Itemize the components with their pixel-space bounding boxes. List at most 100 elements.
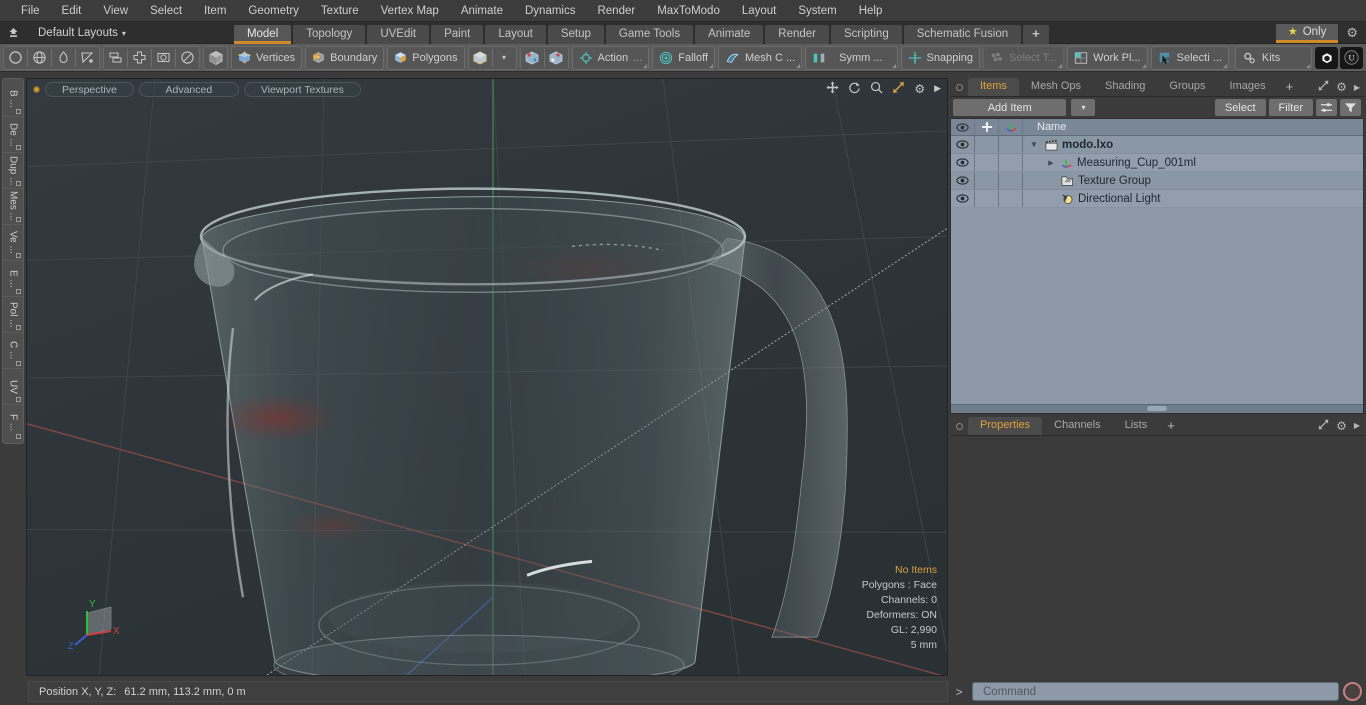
tab-groups[interactable]: Groups (1157, 78, 1217, 96)
left-tab-deform[interactable]: De ... (3, 117, 23, 153)
select-through-button[interactable]: Select T... (983, 45, 1065, 70)
tab-scripting[interactable]: Scripting (830, 24, 902, 44)
table-row[interactable]: Directional Light (951, 190, 1363, 208)
tab-uvedit[interactable]: UVEdit (367, 24, 430, 44)
record-circle-icon[interactable] (1343, 682, 1362, 701)
symmetry-button[interactable]: Symm ... (805, 45, 898, 70)
3d-viewport[interactable]: Perspective Advanced Viewport Textures ⚙… (26, 78, 948, 676)
menu-item-dynamics[interactable]: Dynamics (514, 0, 586, 22)
work-plane-button[interactable]: Work Pl... (1067, 45, 1148, 70)
viewport-shading-dropdown[interactable]: Advanced (138, 81, 239, 97)
row-lock-cell[interactable] (975, 136, 999, 153)
only-toggle-button[interactable]: ★ Only (1275, 23, 1339, 43)
row-lock-cell[interactable] (975, 172, 999, 189)
tab-layout[interactable]: Layout (485, 24, 546, 44)
selection-mode-vertices[interactable]: Vertices (231, 45, 303, 70)
menu-item-item[interactable]: Item (193, 0, 237, 22)
chevron-right-icon[interactable]: ▶ (1354, 421, 1360, 430)
tab-mesh-ops[interactable]: Mesh Ops (1019, 78, 1093, 96)
select-button[interactable]: Select (1214, 99, 1266, 116)
expander-icon[interactable]: ▶ (1045, 159, 1057, 167)
tree-empty-area[interactable] (951, 208, 1363, 404)
left-tab-edge[interactable]: E ... (3, 261, 23, 297)
action-center-button[interactable]: Action ... (571, 45, 650, 70)
left-tab-basic[interactable]: B ... (3, 81, 23, 117)
tab-items[interactable]: Items (968, 78, 1019, 96)
menu-item-maxtomodo[interactable]: MaxToModo (646, 0, 731, 22)
left-tab-mesh-edit[interactable]: Mes ... (3, 189, 23, 225)
tab-images[interactable]: Images (1218, 78, 1278, 96)
panel-menu-dot[interactable] (956, 84, 963, 91)
row-transform-cell[interactable] (999, 190, 1023, 207)
items-tree[interactable]: Name ▼ modo.lxo ▶ Measuring_Cup_001ml Te… (950, 118, 1364, 414)
command-input[interactable]: Command (972, 682, 1339, 701)
row-transform-cell[interactable] (999, 136, 1023, 153)
row-name-cell[interactable]: ▶ Measuring_Cup_001ml (1023, 157, 1363, 169)
row-name-cell[interactable]: Texture Group (1023, 175, 1363, 187)
pivot-origin-icon[interactable] (545, 47, 568, 69)
gear-icon[interactable]: ⚙ (1336, 419, 1347, 433)
list-options-icon[interactable] (1316, 99, 1337, 116)
pen-icon[interactable] (52, 47, 75, 69)
tab-topology[interactable]: Topology (293, 24, 366, 44)
tab-paint[interactable]: Paint (431, 24, 484, 44)
menu-item-layout[interactable]: Layout (731, 0, 788, 22)
panel-menu-dot[interactable] (956, 422, 963, 430)
menu-item-help[interactable]: Help (848, 0, 894, 22)
snapping-button[interactable]: Snapping (900, 45, 981, 70)
row-visibility-toggle[interactable] (951, 190, 975, 207)
tab-channels[interactable]: Channels (1042, 417, 1112, 435)
tab-model[interactable]: Model (233, 24, 292, 44)
tab-animate[interactable]: Animate (695, 24, 764, 44)
chevron-right-icon[interactable]: ▶ (1354, 83, 1360, 92)
row-name-cell[interactable]: ▼ modo.lxo (1023, 139, 1363, 151)
gear-icon[interactable]: ⚙ (914, 83, 925, 95)
menu-item-select[interactable]: Select (139, 0, 193, 22)
falloff-button[interactable]: Falloff (652, 45, 716, 70)
viewport-perspective-dropdown[interactable]: Perspective (45, 81, 134, 97)
viewport-textures-dropdown[interactable]: Viewport Textures (243, 81, 361, 97)
row-lock-cell[interactable] (975, 190, 999, 207)
row-visibility-toggle[interactable] (951, 136, 975, 153)
add-properties-tab-button[interactable]: + (1159, 417, 1183, 435)
item-cube-icon[interactable] (469, 47, 492, 69)
circle-icon[interactable] (4, 47, 27, 69)
expand-icon[interactable] (1318, 419, 1329, 433)
scrollbar-thumb[interactable] (1147, 406, 1167, 412)
mesh-constraint-button[interactable]: Mesh C ... (718, 45, 803, 70)
align-icon[interactable] (104, 47, 127, 69)
chevron-right-icon[interactable]: ▶ (934, 84, 941, 93)
row-transform-cell[interactable] (999, 172, 1023, 189)
pivot-center-icon[interactable] (521, 47, 544, 69)
expand-icon[interactable] (1318, 80, 1329, 94)
add-tab-button[interactable]: + (1023, 24, 1049, 44)
tab-properties[interactable]: Properties (968, 416, 1043, 435)
add-panel-tab-button[interactable]: + (1278, 78, 1302, 96)
table-row[interactable]: ▶ Measuring_Cup_001ml (951, 154, 1363, 172)
tab-game-tools[interactable]: Game Tools (605, 24, 694, 44)
default-layouts-dropdown[interactable]: Default Layouts ▾ (26, 22, 134, 44)
table-row[interactable]: Texture Group (951, 172, 1363, 190)
left-tab-fusion[interactable]: F ... (3, 405, 23, 441)
rotate-icon[interactable] (848, 81, 861, 96)
menu-item-file[interactable]: File (10, 0, 51, 22)
menu-item-animate[interactable]: Animate (450, 0, 514, 22)
unreal-icon[interactable]: U (1340, 46, 1363, 69)
left-tab-polygon[interactable]: Pol ... (3, 297, 23, 333)
radial-icon[interactable] (176, 47, 199, 69)
menu-item-vertex-map[interactable]: Vertex Map (370, 0, 450, 22)
move-icon[interactable] (826, 81, 839, 96)
kits-button[interactable]: Kits (1234, 45, 1312, 70)
filter-button[interactable]: Filter (1268, 99, 1313, 116)
tab-setup[interactable]: Setup (547, 24, 604, 44)
row-visibility-toggle[interactable] (951, 154, 975, 171)
menu-item-view[interactable]: View (92, 0, 139, 22)
selection-mode-boundary[interactable]: Boundary (305, 45, 385, 70)
left-tab-vertex[interactable]: Ve ... (3, 225, 23, 261)
modo-icon[interactable] (1315, 46, 1338, 69)
menu-item-edit[interactable]: Edit (51, 0, 93, 22)
expander-icon[interactable]: ▼ (1027, 140, 1041, 149)
table-row[interactable]: ▼ modo.lxo (951, 136, 1363, 154)
properties-body[interactable] (950, 435, 1364, 676)
add-item-button[interactable]: Add Item (953, 99, 1067, 116)
